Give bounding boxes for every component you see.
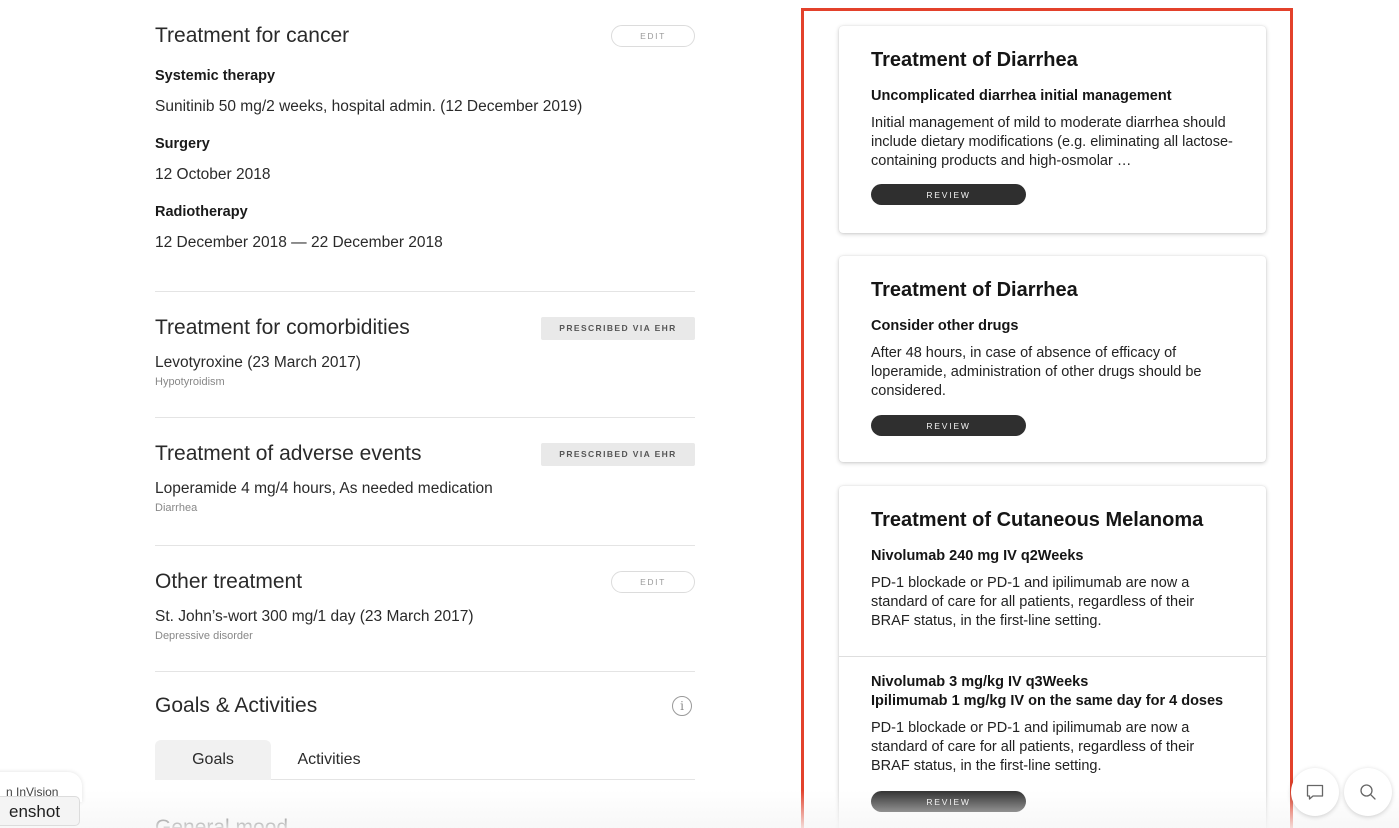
prescribed-via-ehr-badge: PRESCRIBED VIA EHR xyxy=(541,442,695,466)
treatment-item: St. John’s-wort 300 mg/1 day (23 March 2… xyxy=(155,608,474,625)
screenshot-button[interactable]: enshot xyxy=(0,796,80,826)
section-title: Other treatment xyxy=(155,570,303,593)
recommendation-card: Treatment of Diarrhea Uncomplicated diar… xyxy=(839,26,1266,233)
other-treatment-section: Other treatment EDIT St. John’s-wort 300… xyxy=(155,546,695,672)
surgery-value: 12 October 2018 xyxy=(155,166,271,183)
treatment-indication: Hypotyroidism xyxy=(155,376,225,388)
treatment-item: Loperamide 4 mg/4 hours, As needed medic… xyxy=(155,480,493,497)
systemic-therapy-label: Systemic therapy xyxy=(155,68,276,84)
treatment-item: Levotyroxine (23 March 2017) xyxy=(155,354,361,371)
option-subtitle-line-2: Ipilimumab 1 mg/kg IV on the same day fo… xyxy=(871,693,1224,709)
section-title: Treatment of adverse events xyxy=(155,442,422,465)
prescribed-via-ehr-badge: PRESCRIBED VIA EHR xyxy=(541,316,695,340)
edit-button[interactable]: EDIT xyxy=(611,571,695,593)
recommendation-card: Treatment of Diarrhea Consider other dru… xyxy=(839,256,1266,462)
card-subtitle: Consider other drugs xyxy=(871,318,1019,334)
card-title: Treatment of Diarrhea xyxy=(871,279,1078,301)
radiotherapy-value: 12 December 2018 — 22 December 2018 xyxy=(155,234,443,251)
card-title: Treatment of Cutaneous Melanoma xyxy=(871,509,1204,531)
section-title: Treatment for cancer xyxy=(155,24,350,47)
info-icon[interactable]: i xyxy=(672,696,692,716)
tab-activities[interactable]: Activities xyxy=(271,740,387,780)
card-title: Treatment of Diarrhea xyxy=(871,49,1078,71)
review-button[interactable]: REVIEW xyxy=(871,791,1026,812)
section-title: Treatment for comorbidities xyxy=(155,316,410,339)
review-button[interactable]: REVIEW xyxy=(871,415,1026,436)
search-button[interactable] xyxy=(1344,768,1392,816)
cancer-treatment-section: Treatment for cancer EDIT Systemic thera… xyxy=(155,0,695,292)
option-body: PD-1 blockade or PD-1 and ipilimumab are… xyxy=(871,575,1195,629)
radiotherapy-label: Radiotherapy xyxy=(155,204,248,220)
edit-button[interactable]: EDIT xyxy=(611,25,695,47)
surgery-label: Surgery xyxy=(155,136,210,152)
comment-button[interactable] xyxy=(1291,768,1339,816)
comorbidities-section: Treatment for comorbidities PRESCRIBED V… xyxy=(155,292,695,418)
option-subtitle: Nivolumab 3 mg/kg IV q3Weeks xyxy=(871,674,1089,690)
recommendations-panel: Treatment of Diarrhea Uncomplicated diar… xyxy=(801,8,1293,828)
tab-goals[interactable]: Goals xyxy=(155,740,271,780)
card-body: Initial management of mild to moderate d… xyxy=(871,115,1233,169)
general-mood-heading: General mood xyxy=(155,816,289,828)
treatment-indication: Diarrhea xyxy=(155,502,198,514)
recommendation-card: Treatment of Cutaneous Melanoma Nivoluma… xyxy=(839,486,1266,828)
comment-icon xyxy=(1306,784,1324,800)
option-subtitle: Nivolumab 240 mg IV q2Weeks xyxy=(871,548,1084,564)
card-subtitle: Uncomplicated diarrhea initial managemen… xyxy=(871,88,1172,104)
adverse-events-section: Treatment of adverse events PRESCRIBED V… xyxy=(155,418,695,546)
systemic-therapy-value: Sunitinib 50 mg/2 weeks, hospital admin.… xyxy=(155,98,583,115)
treatment-indication: Depressive disorder xyxy=(155,630,253,642)
search-icon xyxy=(1360,784,1376,800)
card-body: After 48 hours, in case of absence of ef… xyxy=(871,345,1202,399)
option-body: PD-1 blockade or PD-1 and ipilimumab are… xyxy=(871,720,1195,774)
patient-treatments-column: Treatment for cancer EDIT Systemic thera… xyxy=(155,0,695,780)
section-title: Goals & Activities xyxy=(155,694,318,717)
review-button[interactable]: REVIEW xyxy=(871,184,1026,205)
goals-activities-section: Goals & Activities i Goals Activities xyxy=(155,672,695,780)
goals-activities-tabs: Goals Activities xyxy=(155,740,695,780)
